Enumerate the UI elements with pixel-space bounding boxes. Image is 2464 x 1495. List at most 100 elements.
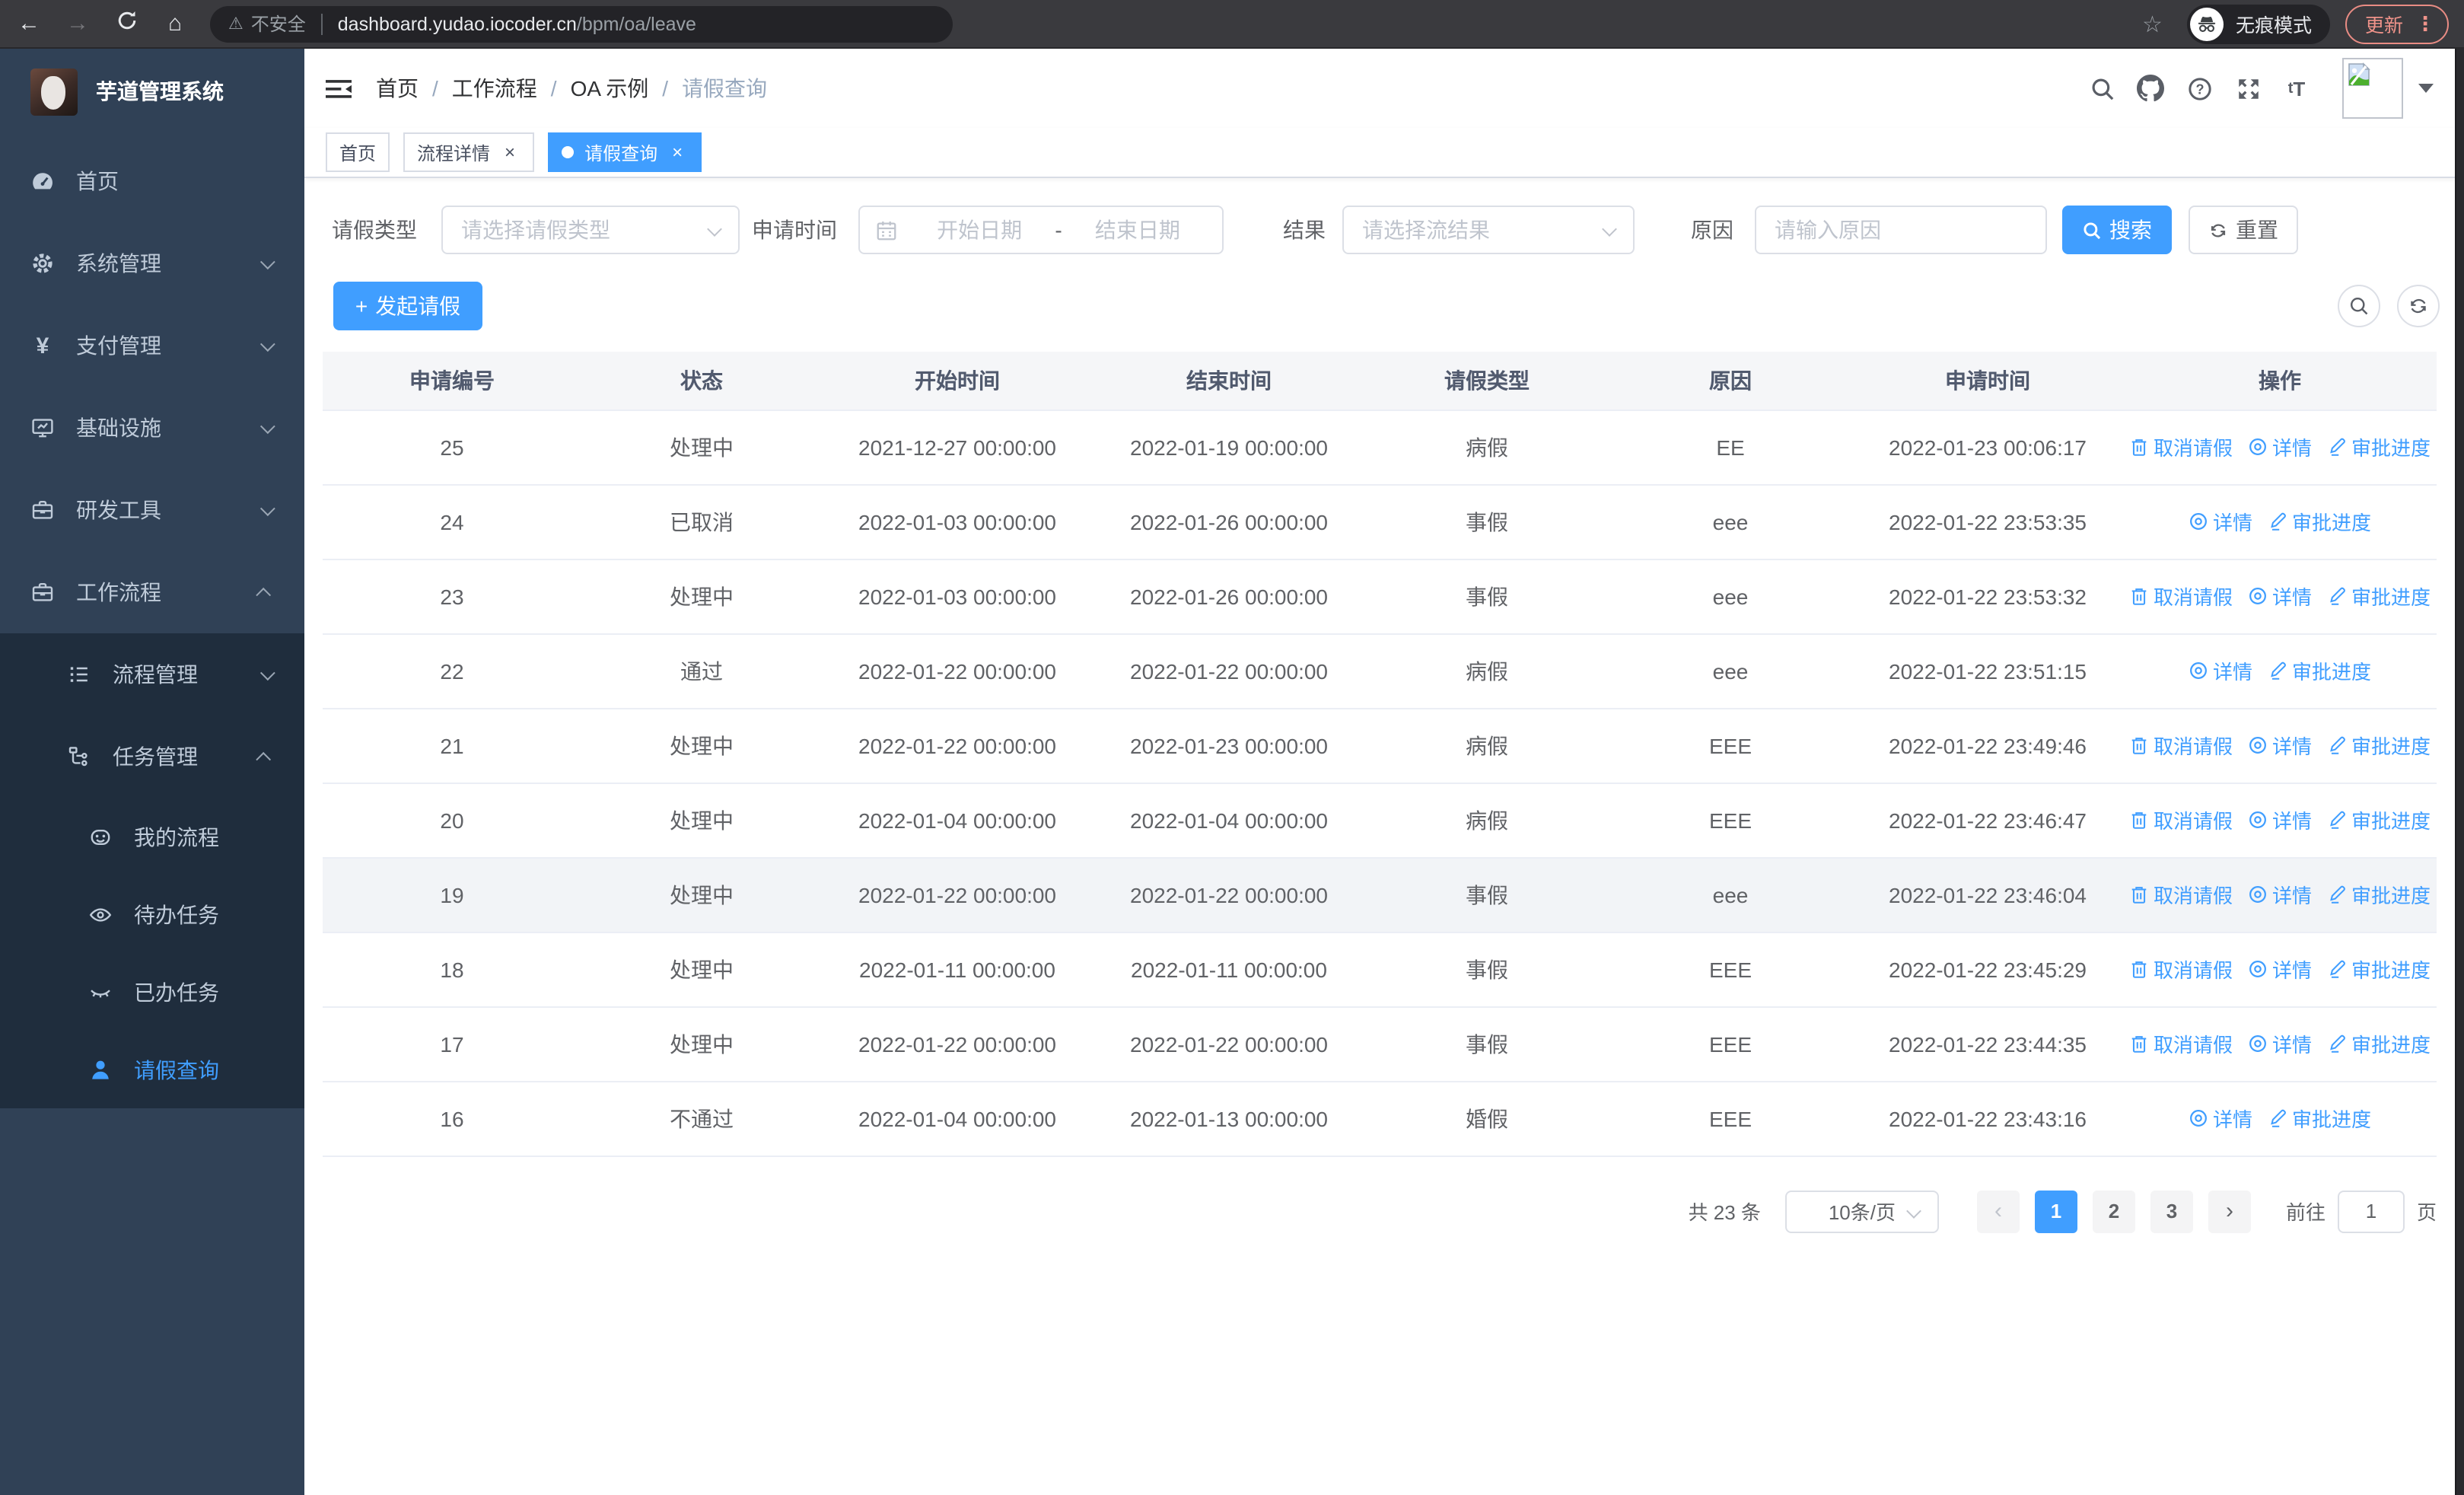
detail-link[interactable]: 详情	[2248, 731, 2312, 760]
approval-progress-link[interactable]: 审批进度	[2327, 805, 2431, 834]
approval-progress-link[interactable]: 审批进度	[2327, 731, 2431, 760]
date-end-placeholder[interactable]: 结束日期	[1068, 215, 1207, 245]
sidebar-fold-icon[interactable]	[326, 75, 352, 101]
cell-leave-type: 事假	[1365, 559, 1609, 634]
back-icon[interactable]: ←	[15, 11, 43, 37]
breadcrumb-workflow[interactable]: 工作流程	[452, 73, 537, 104]
approval-progress-link[interactable]: 审批进度	[2327, 582, 2431, 610]
cancel-leave-link[interactable]: 取消请假	[2129, 582, 2233, 610]
sidebar-item-system[interactable]: 系统管理	[0, 222, 304, 304]
approval-progress-link[interactable]: 审批进度	[2327, 955, 2431, 983]
sidebar-item-done-tasks[interactable]: 已办任务	[0, 953, 304, 1031]
detail-link[interactable]: 详情	[2248, 432, 2312, 461]
approval-progress-link[interactable]: 审批进度	[2327, 1029, 2431, 1058]
cell-start-time: 2022-01-04 00:00:00	[822, 783, 1093, 858]
cell-reason: EEE	[1609, 932, 1852, 1007]
detail-link[interactable]: 详情	[2248, 955, 2312, 983]
cancel-leave-link[interactable]: 取消请假	[2129, 731, 2233, 760]
reset-button[interactable]: 重置	[2189, 206, 2298, 254]
sidebar-item-infrastructure[interactable]: 基础设施	[0, 387, 304, 469]
sidebar-item-workflow[interactable]: 工作流程	[0, 551, 304, 633]
approval-progress-link[interactable]: 审批进度	[2268, 656, 2371, 685]
face-icon	[88, 824, 113, 849]
apply-time-range-picker[interactable]: 开始日期 - 结束日期	[858, 206, 1224, 254]
sidebar-item-process-management[interactable]: 流程管理	[0, 633, 304, 716]
detail-link[interactable]: 详情	[2248, 880, 2312, 909]
sidebar-item-leave-query[interactable]: 请假查询	[0, 1031, 304, 1108]
approval-progress-link[interactable]: 审批进度	[2268, 1104, 2371, 1133]
close-icon[interactable]: ×	[499, 142, 520, 163]
next-page-button[interactable]: ›	[2208, 1190, 2251, 1232]
reason-field[interactable]	[1755, 206, 2047, 254]
search-icon[interactable]	[2077, 52, 2126, 125]
cancel-leave-link[interactable]: 取消请假	[2129, 955, 2233, 983]
browser-scrollbar[interactable]	[2455, 49, 2464, 1495]
toggle-search-button[interactable]	[2338, 285, 2380, 327]
goto-page-input[interactable]	[2337, 1190, 2405, 1232]
logo-image	[30, 68, 78, 115]
browser-update-button[interactable]: 更新 ⋮	[2345, 4, 2449, 43]
cell-actions: 取消请假 详情 审批进度	[2123, 410, 2437, 485]
tab-home[interactable]: 首页	[326, 132, 390, 172]
bookmark-star-icon[interactable]: ☆	[2142, 10, 2163, 37]
filter-bar: 请假类型 申请时间 开始日期 - 结束日期 结果	[323, 178, 2446, 276]
detail-link[interactable]: 详情	[2189, 507, 2252, 536]
avatar-dropdown-caret-icon[interactable]	[2418, 84, 2434, 93]
font-size-icon[interactable]: tT	[2272, 52, 2321, 125]
detail-link[interactable]: 详情	[2248, 582, 2312, 610]
sidebar-item-my-process[interactable]: 我的流程	[0, 798, 304, 875]
breadcrumb-home[interactable]: 首页	[376, 73, 419, 104]
sidebar-item-task-management[interactable]: 任务管理	[0, 716, 304, 798]
cancel-leave-link[interactable]: 取消请假	[2129, 1029, 2233, 1058]
process-list-icon	[67, 662, 91, 687]
search-button[interactable]: 搜索	[2062, 206, 2172, 254]
breadcrumb-oa-example[interactable]: OA 示例	[571, 73, 649, 104]
forward-icon[interactable]: →	[64, 11, 91, 37]
result-input[interactable]	[1362, 218, 1593, 242]
sidebar-item-home[interactable]: 首页	[0, 140, 304, 222]
refresh-table-button[interactable]	[2397, 285, 2440, 327]
address-bar[interactable]: ⚠ 不安全 dashboard.yudao.iocoder.cn/bpm/oa/…	[210, 5, 953, 42]
detail-link[interactable]: 详情	[2189, 1104, 2252, 1133]
fullscreen-icon[interactable]	[2224, 52, 2272, 125]
sidebar-item-devtools[interactable]: 研发工具	[0, 469, 304, 551]
sidebar-item-payment[interactable]: ¥ 支付管理	[0, 304, 304, 387]
detail-link[interactable]: 详情	[2189, 656, 2252, 685]
page-button-1[interactable]: 1	[2034, 1190, 2077, 1232]
svg-text:?: ?	[2195, 81, 2203, 96]
approval-progress-link[interactable]: 审批进度	[2327, 880, 2431, 909]
result-select[interactable]	[1342, 206, 1635, 254]
tab-leave-query[interactable]: 请假查询 ×	[548, 132, 702, 172]
help-icon[interactable]: ?	[2175, 52, 2224, 125]
home-icon[interactable]: ⌂	[161, 11, 189, 37]
cancel-leave-link[interactable]: 取消请假	[2129, 880, 2233, 909]
reload-icon[interactable]	[113, 9, 140, 38]
leave-type-input[interactable]	[461, 218, 699, 242]
cancel-leave-link[interactable]: 取消请假	[2129, 432, 2233, 461]
browser-menu-icon[interactable]: ⋮	[2415, 11, 2435, 36]
reason-input[interactable]	[1775, 218, 2027, 242]
avatar[interactable]	[2342, 58, 2403, 119]
cell-apply-time: 2022-01-22 23:51:15	[1852, 633, 2123, 709]
cell-apply-id: 19	[323, 857, 581, 932]
page-size-select[interactable]: 10条/页	[1784, 1190, 1939, 1232]
detail-link[interactable]: 详情	[2248, 1029, 2312, 1058]
sidebar-item-todo-tasks[interactable]: 待办任务	[0, 875, 304, 953]
approval-progress-link[interactable]: 审批进度	[2268, 507, 2371, 536]
tab-process-detail[interactable]: 流程详情 ×	[403, 132, 535, 172]
close-icon[interactable]: ×	[667, 142, 688, 163]
cancel-leave-link[interactable]: 取消请假	[2129, 805, 2233, 834]
create-leave-button[interactable]: + 发起请假	[333, 282, 482, 330]
gear-icon	[30, 251, 55, 276]
page-button-3[interactable]: 3	[2150, 1190, 2193, 1232]
cell-actions: 取消请假 详情 审批进度	[2123, 559, 2437, 634]
date-start-placeholder[interactable]: 开始日期	[910, 215, 1049, 245]
table-row: 23 处理中 2022-01-03 00:00:00 2022-01-26 00:00…	[323, 559, 2437, 634]
apply-time-label: 申请时间	[752, 218, 837, 242]
detail-link[interactable]: 详情	[2248, 805, 2312, 834]
leave-type-select[interactable]	[441, 206, 740, 254]
github-icon[interactable]	[2126, 52, 2175, 125]
page-button-2[interactable]: 2	[2092, 1190, 2135, 1232]
prev-page-button[interactable]: ‹	[1976, 1190, 2020, 1232]
approval-progress-link[interactable]: 审批进度	[2327, 432, 2431, 461]
